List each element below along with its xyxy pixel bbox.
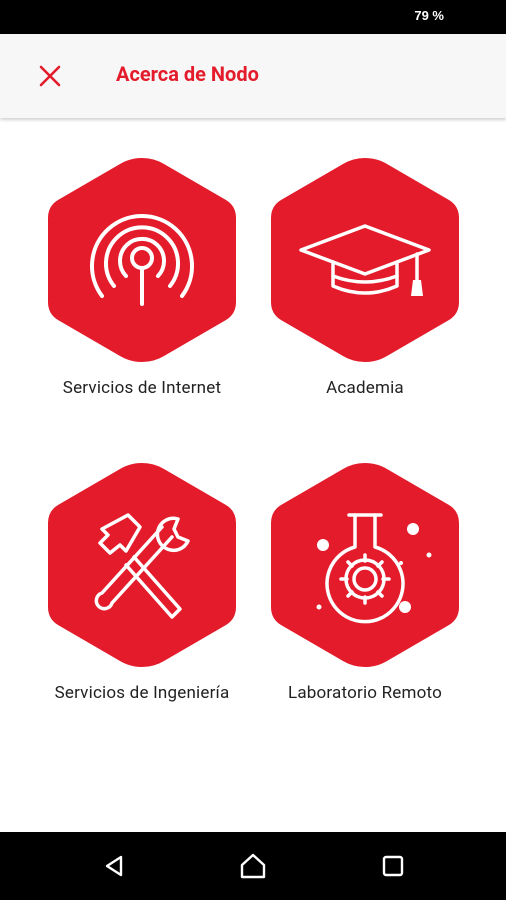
recents-button[interactable]: [373, 846, 413, 886]
wireless-antenna-icon: [90, 214, 194, 306]
tile-laboratorio-remoto[interactable]: Laboratorio Remoto: [253, 455, 477, 745]
tile-label: Academia: [326, 378, 404, 398]
tile-servicios-internet[interactable]: Servicios de Internet: [30, 150, 254, 440]
system-nav-bar: [0, 832, 506, 900]
home-icon: [240, 853, 266, 879]
page-title: Acerca de Nodo: [116, 62, 259, 86]
home-button[interactable]: [233, 846, 273, 886]
flask-gear-icon: [316, 513, 432, 624]
battery-level: 79 %: [414, 8, 444, 23]
tile-servicios-ingenieria[interactable]: Servicios de Ingeniería: [30, 455, 254, 745]
close-icon: [39, 65, 61, 87]
back-button[interactable]: [94, 846, 134, 886]
hammer-wrench-icon: [94, 513, 190, 619]
close-button[interactable]: [30, 56, 70, 96]
app-bar: Acerca de Nodo: [0, 34, 506, 118]
tile-academia[interactable]: Academia: [253, 150, 477, 440]
status-bar: 79 %: [0, 0, 506, 34]
graduation-cap-icon: [299, 224, 431, 296]
recents-icon: [382, 855, 404, 877]
tile-label: Laboratorio Remoto: [287, 683, 442, 703]
back-icon: [105, 855, 123, 877]
